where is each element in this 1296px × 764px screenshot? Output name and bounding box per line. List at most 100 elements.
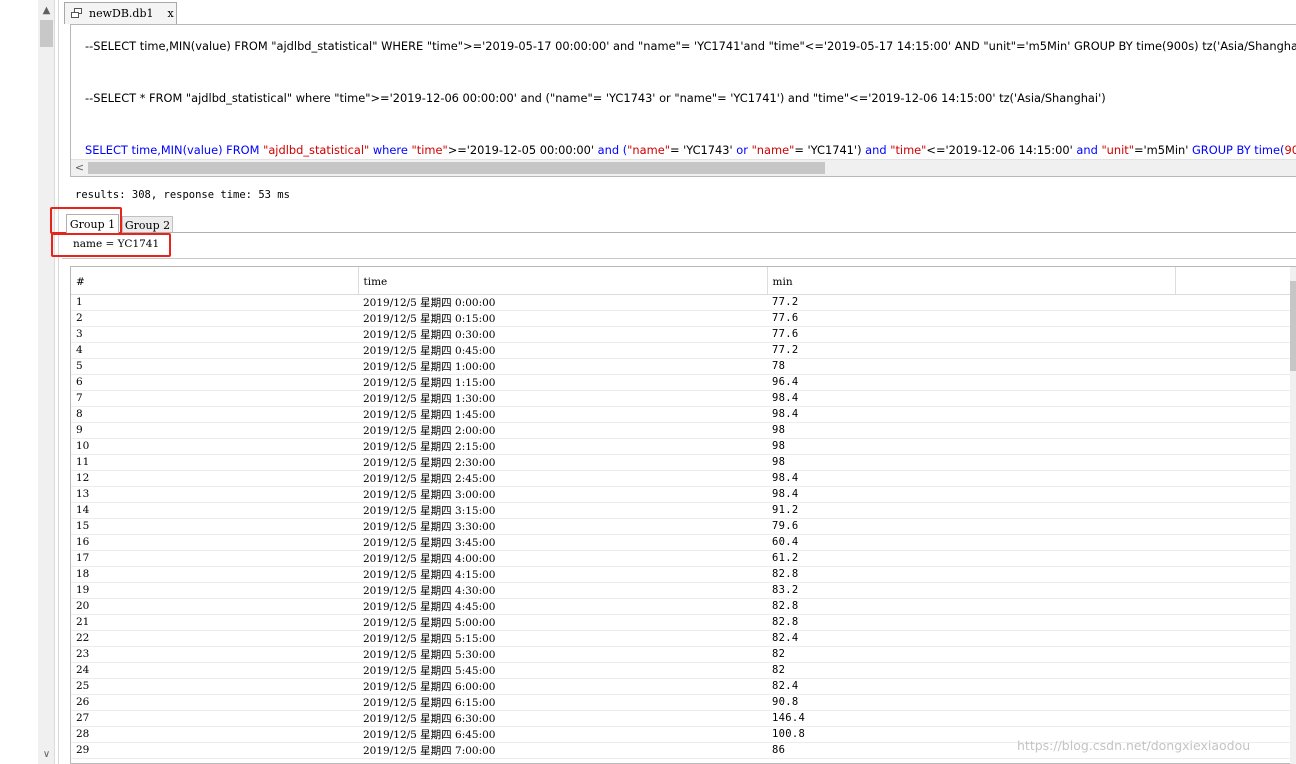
sql-token: "name" xyxy=(627,143,670,157)
table-row[interactable]: 18 2019/12/5 星期四 4:15:00 82.8 xyxy=(71,566,1292,583)
column-header-time[interactable]: time xyxy=(358,267,768,295)
cell-min: 98.4 xyxy=(767,390,1175,407)
cell-empty xyxy=(1175,582,1292,599)
cell-min: 77.2 xyxy=(767,342,1175,359)
cell-min: 82 xyxy=(767,662,1175,679)
cell-index: 18 xyxy=(71,566,358,583)
table-row[interactable]: 20 2019/12/5 星期四 4:45:00 82.8 xyxy=(71,598,1292,615)
cell-time: 2019/12/5 星期四 4:00:00 xyxy=(358,550,767,567)
cell-time: 2019/12/5 星期四 7:00:00 xyxy=(358,742,767,759)
cell-min: 90.8 xyxy=(767,694,1175,711)
editor-horizontal-scrollbar[interactable]: < xyxy=(71,159,1296,176)
cell-empty xyxy=(1175,454,1292,471)
table-row[interactable]: 15 2019/12/5 星期四 3:30:00 79.6 xyxy=(71,518,1292,535)
scroll-up-arrow-icon[interactable]: ▲ xyxy=(38,2,55,19)
table-row[interactable]: 11 2019/12/5 星期四 2:30:00 98 xyxy=(71,454,1292,471)
cell-empty xyxy=(1175,438,1292,455)
cell-time: 2019/12/5 星期四 3:00:00 xyxy=(358,486,767,503)
table-row[interactable]: 12 2019/12/5 星期四 2:45:00 98.4 xyxy=(71,470,1292,487)
table-row[interactable]: 19 2019/12/5 星期四 4:30:00 83.2 xyxy=(71,582,1292,599)
watermark-text: https://blog.csdn.net/dongxiexiaodou xyxy=(1017,738,1251,753)
cell-min: 98.4 xyxy=(767,470,1175,487)
table-row[interactable]: 4 2019/12/5 星期四 0:45:00 77.2 xyxy=(71,342,1292,359)
document-tab-title: newDB.db1 xyxy=(89,7,154,20)
column-header-empty[interactable] xyxy=(1175,267,1293,295)
cell-empty xyxy=(1175,294,1292,311)
highlight-box-filter-label xyxy=(51,233,171,257)
cell-empty xyxy=(1175,502,1292,519)
cell-min: 98.4 xyxy=(767,486,1175,503)
cell-index: 13 xyxy=(71,486,358,503)
cell-time: 2019/12/5 星期四 2:15:00 xyxy=(358,438,767,455)
cell-time: 2019/12/5 星期四 5:45:00 xyxy=(358,662,767,679)
table-row[interactable]: 6 2019/12/5 星期四 1:15:00 96.4 xyxy=(71,374,1292,391)
close-tab-icon[interactable]: x xyxy=(168,7,174,20)
cell-index: 1 xyxy=(71,294,358,311)
cell-time: 2019/12/5 星期四 6:15:00 xyxy=(358,694,767,711)
cell-index: 12 xyxy=(71,470,358,487)
table-row[interactable]: 5 2019/12/5 星期四 1:00:00 78 xyxy=(71,358,1292,375)
cell-index: 5 xyxy=(71,358,358,375)
scrollbar-thumb[interactable] xyxy=(40,20,53,47)
table-row[interactable]: 3 2019/12/5 星期四 0:30:00 77.6 xyxy=(71,326,1292,343)
cell-index: 11 xyxy=(71,454,358,471)
sql-token: = 'YC1741') xyxy=(794,143,866,157)
cell-min: 98 xyxy=(767,454,1175,471)
table-row[interactable]: 7 2019/12/5 星期四 1:30:00 98.4 xyxy=(71,390,1292,407)
sql-editor[interactable]: --SELECT time,MIN(value) FROM "ajdlbd_st… xyxy=(70,24,1296,177)
grid-vertical-scrollbar[interactable] xyxy=(1290,267,1296,764)
cell-time: 2019/12/5 星期四 3:30:00 xyxy=(358,518,767,535)
cell-time: 2019/12/5 星期四 1:30:00 xyxy=(358,390,767,407)
outer-vertical-scrollbar[interactable]: ▲ ∨ xyxy=(38,0,55,764)
sql-token: and xyxy=(865,143,891,157)
table-row[interactable]: 25 2019/12/5 星期四 6:00:00 82.4 xyxy=(71,678,1292,695)
table-row[interactable]: 10 2019/12/5 星期四 2:15:00 98 xyxy=(71,438,1292,455)
cell-empty xyxy=(1175,646,1292,663)
sql-token: "time" xyxy=(411,143,448,157)
table-row[interactable]: 1 2019/12/5 星期四 0:00:00 77.2 xyxy=(71,294,1292,311)
table-row[interactable]: 16 2019/12/5 星期四 3:45:00 60.4 xyxy=(71,534,1292,551)
cell-time: 2019/12/5 星期四 4:30:00 xyxy=(358,582,767,599)
column-header-index[interactable]: # xyxy=(71,267,359,295)
cell-empty xyxy=(1175,662,1292,679)
column-header-min[interactable]: min xyxy=(767,267,1176,295)
results-grid[interactable]: # time min 1 2019/12/5 星期四 0:00:00 77.2 2 20… xyxy=(70,266,1296,764)
sql-token: 900s xyxy=(1284,143,1296,157)
results-summary: results: 308, response time: 53 ms xyxy=(75,189,290,201)
table-row[interactable]: 22 2019/12/5 星期四 5:15:00 82.4 xyxy=(71,630,1292,647)
table-row[interactable]: 8 2019/12/5 星期四 1:45:00 98.4 xyxy=(71,406,1292,423)
cell-index: 19 xyxy=(71,582,358,599)
sql-line-1: --SELECT time,MIN(value) FROM "ajdlbd_st… xyxy=(85,39,1296,53)
table-row[interactable]: 26 2019/12/5 星期四 6:15:00 90.8 xyxy=(71,694,1292,711)
table-row[interactable]: 27 2019/12/5 星期四 6:30:00 146.4 xyxy=(71,710,1292,727)
cell-min: 79.6 xyxy=(767,518,1175,535)
table-row[interactable]: 2 2019/12/5 星期四 0:15:00 77.6 xyxy=(71,310,1292,327)
table-row[interactable]: 23 2019/12/5 星期四 5:30:00 82 xyxy=(71,646,1292,663)
table-row[interactable]: 21 2019/12/5 星期四 5:00:00 82.8 xyxy=(71,614,1292,631)
cell-time: 2019/12/5 星期四 5:30:00 xyxy=(358,646,767,663)
document-tab[interactable]: newDB.db1 x xyxy=(64,2,177,24)
table-row[interactable]: 17 2019/12/5 星期四 4:00:00 61.2 xyxy=(71,550,1292,567)
cell-empty xyxy=(1175,518,1292,535)
cell-time: 2019/12/5 星期四 3:15:00 xyxy=(358,502,767,519)
editor-scrollbar-thumb[interactable] xyxy=(88,162,825,174)
cell-min: 91.2 xyxy=(767,502,1175,519)
scroll-down-arrow-icon[interactable]: ∨ xyxy=(38,746,55,763)
gutter-divider xyxy=(58,0,59,764)
table-row[interactable]: 14 2019/12/5 星期四 3:15:00 91.2 xyxy=(71,502,1292,519)
cell-index: 22 xyxy=(71,630,358,647)
cell-min: 98 xyxy=(767,438,1175,455)
cell-time: 2019/12/5 星期四 1:45:00 xyxy=(358,406,767,423)
tab-group-2[interactable]: Group 2 xyxy=(122,216,173,233)
table-body: 1 2019/12/5 星期四 0:00:00 77.2 2 2019/12/5 星期四… xyxy=(71,294,1292,759)
grid-scrollbar-thumb[interactable] xyxy=(1290,281,1296,371)
table-row[interactable]: 9 2019/12/5 星期四 2:00:00 98 xyxy=(71,422,1292,439)
cell-time: 2019/12/5 星期四 0:15:00 xyxy=(358,310,767,327)
cell-time: 2019/12/5 星期四 0:00:00 xyxy=(358,294,767,311)
scroll-left-arrow-icon[interactable]: < xyxy=(71,160,88,176)
table-header-row: # time min xyxy=(71,267,1293,295)
table-row[interactable]: 13 2019/12/5 星期四 3:00:00 98.4 xyxy=(71,486,1292,503)
tab-group-1[interactable]: Group 1 xyxy=(66,214,119,233)
table-row[interactable]: 24 2019/12/5 星期四 5:45:00 82 xyxy=(71,662,1292,679)
cell-time: 2019/12/5 星期四 4:45:00 xyxy=(358,598,767,615)
